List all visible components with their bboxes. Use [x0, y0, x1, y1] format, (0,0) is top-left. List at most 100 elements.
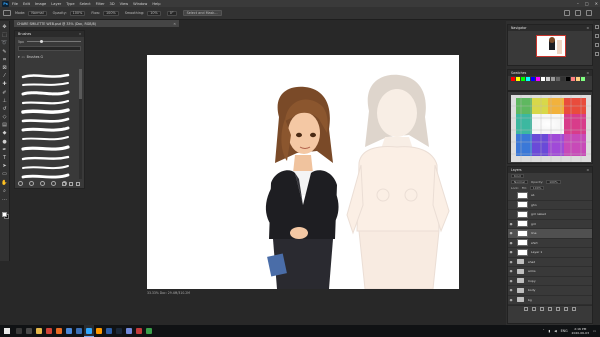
new-brush-icon[interactable]	[69, 182, 73, 186]
color-swatch[interactable]	[511, 77, 515, 81]
eraser-tool-icon[interactable]: ◇	[2, 114, 8, 120]
smoothing-field[interactable]: 10%	[147, 10, 161, 16]
scrollbar-thumb[interactable]	[79, 69, 82, 99]
taskbar-search-icon[interactable]	[14, 325, 24, 337]
angle-field[interactable]: 0°	[166, 10, 177, 16]
document-close-icon[interactable]: ✕	[173, 22, 176, 26]
brush-size-slider[interactable]	[26, 39, 81, 43]
taskbar-chrome-icon[interactable]	[44, 325, 54, 337]
layer-row[interactable]: ◉ shad	[508, 258, 592, 267]
brushes-scrollbar[interactable]	[79, 69, 82, 179]
visibility-eye-icon[interactable]: ◉	[508, 288, 514, 292]
panel-icon[interactable]	[594, 34, 599, 38]
visibility-eye-icon[interactable]: ◉	[508, 279, 514, 283]
visibility-eye-icon[interactable]: ◉	[508, 250, 514, 254]
color-swatch[interactable]	[521, 77, 525, 81]
share-icon[interactable]	[586, 10, 592, 16]
menu-select[interactable]: Select	[80, 2, 91, 6]
clock[interactable]: 2:16 PM 2020-06-03	[572, 327, 589, 335]
flow-field[interactable]: 100%	[103, 10, 119, 16]
layer-row[interactable]: ◉ Layer 1	[508, 248, 592, 258]
new-layer-icon[interactable]	[564, 306, 568, 311]
brush-search-field[interactable]	[18, 46, 81, 51]
visibility-eye-icon[interactable]: ◉	[508, 298, 514, 302]
mask-icon[interactable]	[540, 306, 544, 311]
color-swatch[interactable]	[576, 77, 580, 81]
visibility-eye-icon[interactable]: ◉	[508, 231, 514, 235]
search-icon[interactable]	[564, 10, 570, 16]
color-swatch[interactable]	[546, 77, 550, 81]
layer-row[interactable]: ◉ Copy	[508, 277, 592, 286]
taskbar-illustrator-icon[interactable]	[94, 325, 104, 337]
network-icon[interactable]: ▮	[548, 329, 550, 333]
new-group-icon[interactable]	[62, 182, 66, 186]
minimize-button[interactable]: –	[577, 1, 579, 6]
menu-type[interactable]: Type	[66, 2, 74, 6]
volume-icon[interactable]: ◀	[554, 329, 556, 333]
menu-image[interactable]: Image	[35, 2, 46, 6]
taskbar-explorer-icon[interactable]	[34, 325, 44, 337]
select-and-mask-button[interactable]: Select and Mask...	[182, 10, 222, 16]
layer-row[interactable]: ◉ line	[508, 229, 592, 239]
close-button[interactable]: ✕	[595, 1, 598, 6]
workspace-icon[interactable]	[575, 10, 581, 16]
visibility-eye-icon[interactable]: ◉	[508, 269, 514, 273]
taskbar-app-red-icon[interactable]	[134, 325, 144, 337]
taskbar-task-view-icon[interactable]	[24, 325, 34, 337]
document-tab[interactable]: CHARE SMILETTE WEB.psd @ 33% (Doc, RGB/8…	[14, 20, 179, 27]
menu-help[interactable]: Help	[152, 2, 160, 6]
layer-row[interactable]: ◉ shirt	[508, 239, 592, 248]
layer-row[interactable]: ◉ bg	[508, 296, 592, 305]
brush-preset-icon[interactable]	[3, 10, 11, 16]
menu-view[interactable]: View	[120, 2, 129, 6]
menu-edit[interactable]: Edit	[23, 2, 30, 6]
menu-icon[interactable]: ≡	[586, 26, 589, 30]
blur-tool-icon[interactable]: ◆	[2, 130, 8, 136]
gradient-tool-icon[interactable]: ▤	[2, 122, 8, 128]
panel-icon[interactable]	[594, 25, 599, 29]
brush-preset-dot[interactable]	[18, 181, 23, 186]
move-tool-icon[interactable]: ✥	[2, 24, 8, 30]
brush-tool-icon[interactable]: ✐	[2, 90, 8, 96]
taskbar-app-green-icon[interactable]	[144, 325, 154, 337]
menu-icon[interactable]: ≡	[586, 168, 589, 172]
brush-preset-dot[interactable]	[29, 181, 34, 186]
collapse-icon[interactable]: »	[79, 32, 81, 36]
brush-preset-dot[interactable]	[40, 181, 45, 186]
start-button[interactable]	[0, 325, 14, 337]
dodge-tool-icon[interactable]: ●	[2, 139, 8, 145]
type-tool-icon[interactable]: T	[2, 155, 8, 161]
menu-icon[interactable]: ≡	[586, 71, 589, 75]
trash-icon[interactable]	[76, 182, 80, 186]
menu-layer[interactable]: Layer	[51, 2, 61, 6]
fill-field[interactable]: 100%	[529, 186, 545, 190]
kind-filter[interactable]: Kind	[511, 174, 524, 178]
lasso-tool-icon[interactable]: ➰	[1, 40, 7, 46]
panel-icon[interactable]	[594, 52, 599, 56]
document-canvas[interactable]	[147, 55, 459, 289]
more-tools-icon[interactable]: …	[2, 196, 8, 202]
layer-row[interactable]: a1	[508, 191, 592, 201]
color-swatch[interactable]	[581, 77, 585, 81]
color-swatch[interactable]	[571, 77, 575, 81]
layer-row[interactable]: girl naked	[508, 210, 592, 220]
color-swatch[interactable]	[566, 77, 570, 81]
taskbar-store-icon[interactable]	[64, 325, 74, 337]
color-swatch[interactable]	[541, 77, 545, 81]
layer-row[interactable]: ◉ arms	[508, 267, 592, 277]
menu-3d[interactable]: 3D	[110, 2, 115, 6]
menu-window[interactable]: Window	[133, 2, 147, 6]
opacity-field[interactable]: 100%	[69, 10, 86, 16]
crop-tool-icon[interactable]: ⌗	[2, 57, 8, 63]
marquee-tool-icon[interactable]: ⬚	[2, 32, 8, 38]
layer-row[interactable]: ghn	[508, 201, 592, 210]
slider-handle[interactable]	[40, 39, 44, 43]
blend-mode-select[interactable]: Normal	[511, 180, 528, 184]
color-grid[interactable]	[508, 92, 594, 165]
visibility-eye-icon[interactable]: ◉	[508, 222, 514, 226]
stamp-tool-icon[interactable]: ⊥	[2, 98, 8, 104]
color-swatch[interactable]	[561, 77, 565, 81]
frame-tool-icon[interactable]: ⊠	[2, 65, 8, 71]
color-swatch[interactable]	[531, 77, 535, 81]
folder-icon[interactable]	[556, 306, 560, 311]
